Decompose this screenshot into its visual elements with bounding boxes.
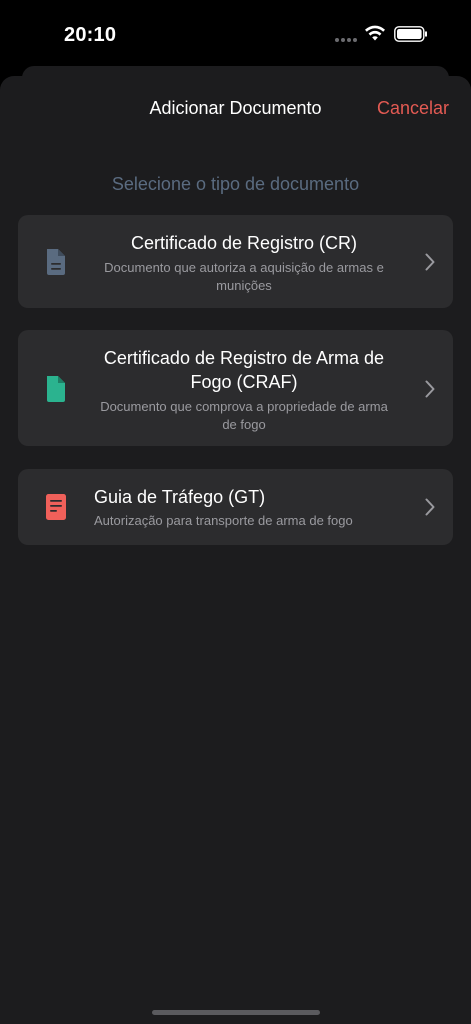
chevron-right-icon — [425, 253, 435, 271]
screen: 20:10 Adicionar Documento Cancelar Selec… — [0, 0, 471, 1024]
document-option-text: Certificado de Registro de Arma de Fogo … — [94, 346, 394, 434]
section-subtitle: Selecione o tipo de documento — [111, 174, 360, 194]
chevron-right-icon — [425, 380, 435, 398]
battery-icon — [394, 26, 427, 42]
document-option-description: Documento que autoriza a aquisição de ar… — [104, 260, 384, 293]
status-bar: 20:10 — [0, 0, 471, 68]
document-option-title: Guia de Tráfego (GT) — [94, 487, 266, 507]
document-option-gt[interactable]: Guia de Tráfego (GT) Autorização para tr… — [18, 469, 453, 545]
cellular-signal-icon — [335, 38, 357, 42]
chevron-right-icon — [425, 498, 435, 516]
document-icon — [47, 376, 65, 402]
home-indicator[interactable] — [152, 1010, 320, 1015]
document-lines-icon — [46, 494, 66, 520]
document-option-text: Guia de Tráfego (GT) Autorização para tr… — [94, 485, 394, 530]
wifi-icon — [365, 25, 385, 41]
document-option-description: Documento que comprova a propriedade de … — [100, 399, 388, 432]
document-option-cr[interactable]: Certificado de Registro (CR) Documento q… — [18, 215, 453, 308]
document-option-text: Certificado de Registro (CR) Documento q… — [94, 231, 394, 295]
document-option-craf[interactable]: Certificado de Registro de Arma de Fogo … — [18, 330, 453, 446]
document-option-description: Autorização para transporte de arma de f… — [94, 513, 353, 528]
status-time: 20:10 — [64, 24, 117, 46]
document-option-title: Certificado de Registro de Arma de Fogo … — [103, 348, 385, 392]
document-text-icon — [47, 249, 65, 275]
cancel-button[interactable]: Cancelar — [377, 96, 449, 120]
document-option-title: Certificado de Registro (CR) — [130, 233, 358, 253]
